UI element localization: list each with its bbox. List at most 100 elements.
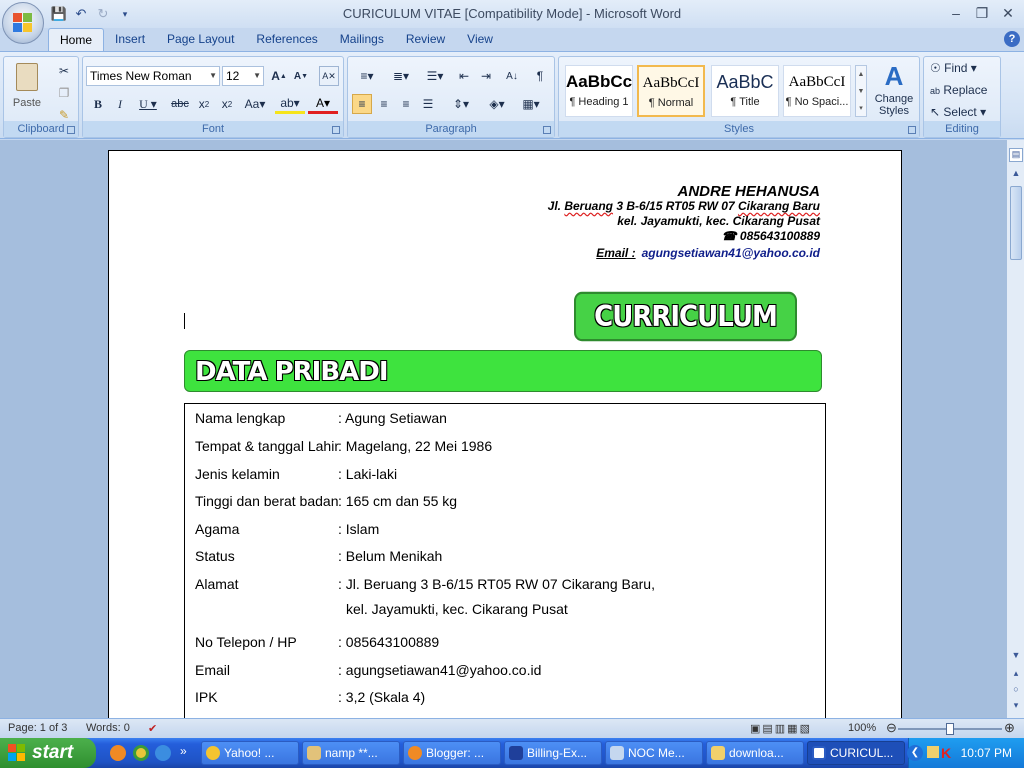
sort-icon[interactable]: A↓ [502, 66, 522, 86]
vertical-scrollbar[interactable]: ▤ ▲ ▼ ▴ ○ ▾ [1006, 140, 1024, 718]
editing-group: ☉ Find ▾ ab Replace ↖ Select ▾ Editing [923, 56, 1001, 138]
start-button[interactable]: start [0, 738, 96, 768]
font-color-icon[interactable]: A▾ [308, 94, 338, 114]
task-download[interactable]: downloa... [706, 741, 804, 765]
task-noc[interactable]: NOC Me... [605, 741, 703, 765]
subscript-icon[interactable]: x2 [194, 94, 214, 114]
replace-button[interactable]: ab Replace [930, 83, 987, 97]
clipboard-launcher-icon[interactable] [67, 126, 75, 134]
copy-icon[interactable]: ❐ [54, 83, 74, 103]
shrink-font-icon[interactable]: A ▼ [291, 66, 311, 86]
tray-mail-icon[interactable] [927, 746, 939, 758]
zoom-out-icon[interactable]: ⊖ [886, 720, 897, 736]
view-buttons[interactable]: ▣▤▥▦▧ [750, 722, 812, 735]
tray-antivirus-icon[interactable]: K [941, 745, 951, 761]
styles-scroll-buttons[interactable]: ▲ ▼ ▾ [855, 65, 867, 117]
task-yahoo[interactable]: Yahoo! ... [201, 741, 299, 765]
tray-expand-icon[interactable]: ❮ [907, 745, 923, 761]
multilevel-list-icon[interactable]: ☰▾ [420, 66, 450, 86]
task-word[interactable]: CURICUL... [807, 741, 905, 765]
minimize-button[interactable]: – [944, 2, 968, 24]
zoom-level[interactable]: 100% [848, 722, 876, 734]
bold-icon[interactable]: B [89, 94, 107, 114]
title-bar: 💾 ↶ ↻ ▾ CURICULUM VITAE [Compatibility M… [0, 0, 1024, 28]
document-area[interactable]: ANDRE HEHANUSA Jl. Beruang 3 B-6/15 RT05… [0, 140, 1006, 718]
grow-font-icon[interactable]: A ▲ [269, 66, 289, 86]
numbering-icon[interactable]: ≣▾ [386, 66, 416, 86]
line-spacing-icon[interactable]: ⇕▾ [446, 94, 476, 114]
styles-launcher-icon[interactable] [908, 126, 916, 134]
tab-page-layout[interactable]: Page Layout [156, 28, 245, 52]
style-normal[interactable]: AaBbCcI ¶ Normal [637, 65, 705, 117]
style-heading-1[interactable]: AaBbCc ¶ Heading 1 [565, 65, 633, 117]
binoculars-icon: ☉ [930, 61, 941, 75]
style-no-spacing[interactable]: AaBbCcI ¶ No Spaci... [783, 65, 851, 117]
clock[interactable]: 10:07 PM [961, 746, 1012, 760]
highlight-icon[interactable]: ab▾ [275, 94, 305, 114]
italic-icon[interactable]: I [111, 94, 129, 114]
ruler-toggle-icon[interactable]: ▤ [1009, 148, 1023, 162]
maximize-button[interactable]: ❐ [970, 2, 994, 24]
shading-icon[interactable]: ◈▾ [482, 94, 512, 114]
office-button[interactable] [2, 2, 44, 44]
tab-home[interactable]: Home [48, 28, 105, 52]
show-marks-icon[interactable]: ¶ [530, 66, 550, 86]
tab-mailings[interactable]: Mailings [329, 28, 395, 52]
align-left-icon[interactable]: ≡ [352, 94, 372, 114]
text-cursor [184, 313, 185, 329]
chrome-icon[interactable] [133, 745, 149, 761]
increase-indent-icon[interactable]: ⇥ [476, 66, 496, 86]
decrease-indent-icon[interactable]: ⇤ [454, 66, 474, 86]
proofing-icon[interactable]: ✔ [148, 722, 157, 735]
tab-review[interactable]: Review [395, 28, 456, 52]
find-button[interactable]: ☉ Find ▾ [930, 61, 977, 75]
align-right-icon[interactable]: ≡ [396, 94, 416, 114]
ie-icon[interactable] [155, 745, 171, 761]
tab-view[interactable]: View [456, 28, 504, 52]
strikethrough-icon[interactable]: abc [169, 94, 191, 114]
next-page-icon[interactable]: ▾ [1009, 700, 1023, 714]
change-styles-button[interactable]: A Change Styles [871, 61, 917, 119]
zoom-in-icon[interactable]: ⊕ [1004, 720, 1015, 736]
select-button[interactable]: ↖ Select ▾ [930, 105, 986, 119]
font-launcher-icon[interactable] [332, 126, 340, 134]
quick-launch-more-icon[interactable]: » [180, 744, 187, 758]
task-namp[interactable]: namp **... [302, 741, 400, 765]
task-billing[interactable]: Billing-Ex... [504, 741, 602, 765]
scroll-thumb[interactable] [1010, 186, 1022, 260]
font-size-select[interactable]: 12 ▼ [222, 66, 264, 86]
window-controls: – ❐ ✕ [944, 2, 1020, 24]
styles-group-label: Styles [559, 121, 919, 137]
clear-formatting-icon[interactable]: A✕ [319, 66, 339, 86]
firefox-icon[interactable] [110, 745, 126, 761]
help-icon[interactable]: ? [1004, 31, 1020, 47]
tab-references[interactable]: References [245, 28, 328, 52]
change-case-icon[interactable]: Aa▾ [241, 94, 269, 114]
underline-icon[interactable]: U ▾ [135, 94, 161, 114]
align-center-icon[interactable]: ≡ [374, 94, 394, 114]
tab-insert[interactable]: Insert [104, 28, 156, 52]
borders-icon[interactable]: ▦▾ [516, 94, 546, 114]
superscript-icon[interactable]: x2 [217, 94, 237, 114]
app-icon [307, 746, 321, 760]
document-page[interactable]: ANDRE HEHANUSA Jl. Beruang 3 B-6/15 RT05… [108, 150, 902, 718]
paste-icon [16, 63, 38, 91]
word-count[interactable]: Words: 0 [86, 722, 130, 734]
select-browse-object-icon[interactable]: ○ [1009, 684, 1023, 698]
style-title[interactable]: AaBbC ¶ Title [711, 65, 779, 117]
task-blogger[interactable]: Blogger: ... [403, 741, 501, 765]
justify-icon[interactable]: ☰ [418, 94, 438, 114]
zoom-slider-handle[interactable] [946, 723, 954, 735]
bullets-icon[interactable]: ≡▾ [352, 66, 382, 86]
taskbar: start » Yahoo! ... namp **... Blogger: .… [0, 738, 1024, 768]
page-count[interactable]: Page: 1 of 3 [8, 722, 67, 734]
cut-icon[interactable]: ✂ [54, 61, 74, 81]
paste-button[interactable]: Paste [8, 61, 46, 117]
scroll-up-icon[interactable]: ▲ [1009, 168, 1023, 182]
paragraph-launcher-icon[interactable] [543, 126, 551, 134]
scroll-down-icon[interactable]: ▼ [1009, 650, 1023, 664]
header-email: Email : agungsetiawan41@yahoo.co.id [596, 246, 820, 260]
font-family-select[interactable]: Times New Roman ▼ [86, 66, 220, 86]
close-button[interactable]: ✕ [996, 2, 1020, 24]
previous-page-icon[interactable]: ▴ [1009, 668, 1023, 682]
